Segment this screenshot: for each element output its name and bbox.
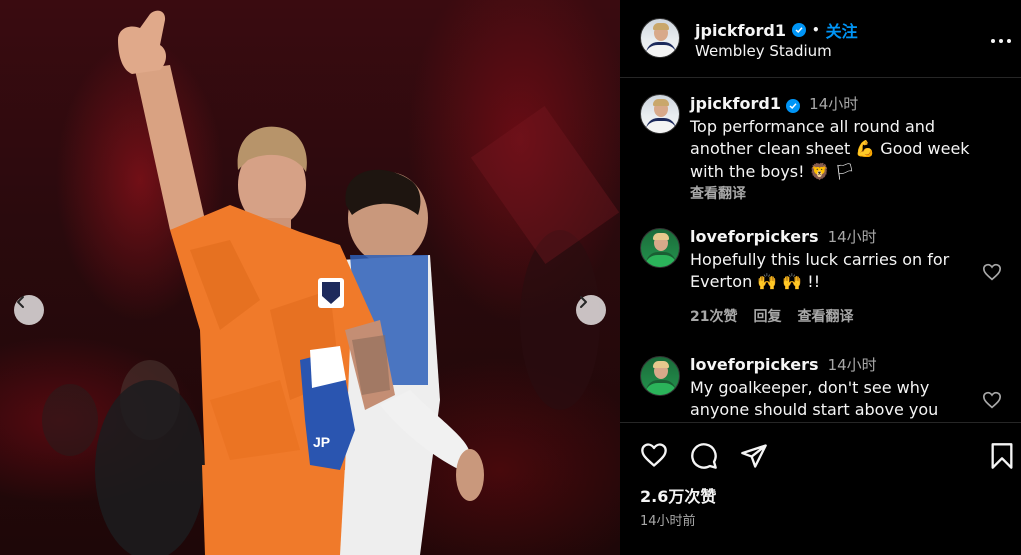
comment-icon — [691, 443, 717, 469]
chevron-left-icon — [17, 296, 24, 308]
post-header: jpickford1 • 关注 Wembley Stadium — [620, 0, 1021, 78]
share-icon — [741, 444, 767, 468]
comments-list[interactable]: jpickford1 14小时 Top performance all roun… — [620, 79, 1021, 422]
caption-line-1: Top performance all round and — [690, 116, 936, 136]
author-avatar[interactable] — [640, 18, 680, 58]
comment-translate-link[interactable]: 查看翻译 — [797, 306, 853, 326]
next-photo-button[interactable] — [576, 295, 606, 325]
verified-icon — [791, 23, 806, 37]
commenter-username[interactable]: loveforpickers — [690, 355, 819, 374]
like-comment-button[interactable] — [982, 263, 1002, 285]
goalkeeper-photo: JP — [42, 10, 620, 555]
follow-button[interactable]: 关注 — [826, 18, 858, 42]
verified-icon — [786, 99, 801, 113]
author-line: jpickford1 • 关注 — [695, 18, 858, 42]
previous-photo-button[interactable] — [14, 295, 44, 325]
heart-icon — [641, 443, 667, 467]
separator-dot: • — [811, 23, 820, 37]
comment-time: 14小时 — [827, 228, 877, 246]
more-icon — [991, 39, 1011, 43]
share-button[interactable] — [740, 442, 768, 474]
chevron-right-icon — [580, 296, 587, 308]
post-location[interactable]: Wembley Stadium — [695, 42, 832, 60]
caption-line-3: with the boys! 🦁 🏳 — [690, 161, 855, 181]
comment-button[interactable] — [690, 442, 718, 474]
bookmark-icon — [991, 443, 1013, 469]
post-side-panel: jpickford1 • 关注 Wembley Stadium jpickfor… — [620, 0, 1021, 555]
caption-time: 14小时 — [809, 95, 859, 113]
comment-like-count[interactable]: 21次赞 — [690, 306, 737, 326]
commenter-avatar[interactable] — [640, 228, 680, 268]
caption-translate-link[interactable]: 查看翻译 — [690, 183, 990, 206]
comment-text: loveforpickers 14小时 Hopefully this luck … — [690, 226, 990, 294]
save-button[interactable] — [990, 442, 1014, 474]
comment-time: 14小时 — [827, 356, 877, 374]
comment-meta: 21次赞 回复 查看翻译 — [690, 306, 853, 326]
caption-line-2: another clean sheet 💪 Good week — [690, 139, 970, 158]
comment-text: loveforpickers 14小时 My goalkeeper, don't… — [690, 354, 990, 422]
like-comment-button[interactable] — [982, 391, 1002, 413]
author-username[interactable]: jpickford1 — [695, 21, 786, 40]
heart-icon — [982, 391, 1002, 409]
like-button[interactable] — [640, 442, 668, 472]
post-time[interactable]: 14小时前 — [640, 510, 696, 529]
heart-icon — [982, 263, 1002, 281]
caption-avatar[interactable] — [640, 94, 680, 134]
post-photo: JP — [0, 0, 620, 555]
glove-initials: JP — [313, 434, 330, 450]
comment-reply-button[interactable]: 回复 — [753, 306, 781, 326]
comment-line-2: Everton 🙌 🙌 !! — [690, 272, 821, 291]
commenter-username[interactable]: loveforpickers — [690, 227, 819, 246]
more-options-button[interactable] — [989, 30, 1013, 49]
caption-text: jpickford1 14小时 Top performance all roun… — [690, 93, 990, 206]
comment-line-1: My goalkeeper, don't see why — [690, 377, 930, 397]
commenter-avatar[interactable] — [640, 356, 680, 396]
comment-line-1: Hopefully this luck carries on for — [690, 249, 950, 269]
comment-line-2: anyone should start above you — [690, 400, 939, 419]
like-count[interactable]: 2.6万次赞 — [640, 483, 716, 507]
caption-username[interactable]: jpickford1 — [690, 94, 781, 113]
post-actions: 2.6万次赞 14小时前 — [620, 422, 1021, 555]
